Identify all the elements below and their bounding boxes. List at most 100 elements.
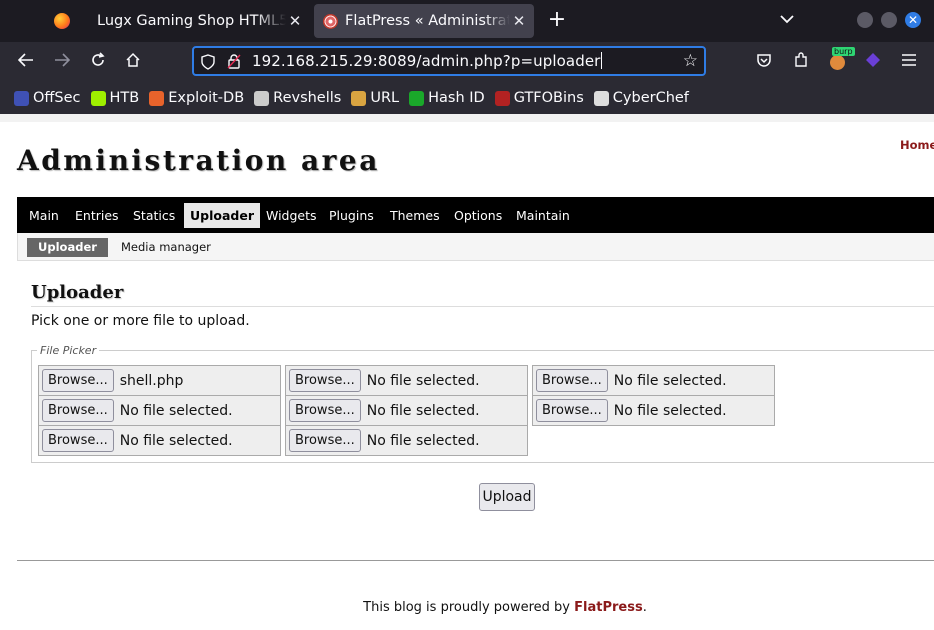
file-input[interactable]: Browse... No file selected. xyxy=(285,365,528,396)
browse-button[interactable]: Browse... xyxy=(42,369,114,392)
minimize-window-button[interactable] xyxy=(857,12,873,28)
bookmarks-toolbar: OffSec HTB Exploit-DB Revshells URL Hash ID GT… xyxy=(0,82,934,114)
tab-title: Lugx Gaming Shop HTML5 Te xyxy=(97,13,286,29)
bookmark-url[interactable]: URL xyxy=(351,90,399,106)
browse-button[interactable]: Browse... xyxy=(289,429,361,452)
browse-button[interactable]: Browse... xyxy=(536,369,608,392)
bookmark-label: Revshells xyxy=(273,90,342,106)
exploitdb-icon xyxy=(149,90,165,106)
bookmark-offsec[interactable]: OffSec xyxy=(14,90,81,106)
browser-tab-bar: Lugx Gaming Shop HTML5 Te ✕ FlatPress « … xyxy=(0,0,934,42)
footer-divider xyxy=(17,560,934,561)
selected-file-name: No file selected. xyxy=(119,432,233,449)
menu-item-main[interactable]: Main xyxy=(23,203,65,228)
htb-icon xyxy=(90,90,106,106)
hashid-icon xyxy=(409,90,425,106)
file-input[interactable]: Browse... No file selected. xyxy=(532,395,775,426)
bookmark-htb[interactable]: HTB xyxy=(90,90,140,106)
tab-flatpress[interactable]: FlatPress « Administration ✕ xyxy=(314,4,534,38)
close-tab-icon[interactable]: ✕ xyxy=(286,12,304,30)
menu-item-themes[interactable]: Themes xyxy=(384,203,446,228)
browse-button[interactable]: Browse... xyxy=(536,399,608,422)
bookmark-gtfobins[interactable]: GTFOBins xyxy=(494,90,584,106)
flatpress-favicon-icon xyxy=(323,13,338,29)
url-icon xyxy=(351,90,367,106)
close-window-button[interactable]: ✕ xyxy=(905,12,921,28)
admin-submenu: Uploader Media manager xyxy=(17,233,934,261)
bookmark-label: CyberChef xyxy=(612,90,689,106)
file-picker-legend: File Picker xyxy=(37,344,100,357)
tab-list-chevron-icon[interactable] xyxy=(780,12,794,28)
firefox-icon xyxy=(54,13,70,29)
page-top-strip xyxy=(0,114,934,122)
skull-icon xyxy=(254,90,270,106)
hamburger-menu-icon[interactable] xyxy=(898,52,920,72)
bookmark-label: GTFOBins xyxy=(513,90,584,106)
insecure-lock-icon[interactable] xyxy=(227,53,241,73)
file-input[interactable]: Browse... No file selected. xyxy=(532,365,775,396)
menu-item-entries[interactable]: Entries xyxy=(69,203,125,228)
browse-button[interactable]: Browse... xyxy=(289,399,361,422)
submenu-item-uploader[interactable]: Uploader xyxy=(27,238,108,257)
menu-item-options[interactable]: Options xyxy=(448,203,508,228)
bookmark-star-icon[interactable]: ☆ xyxy=(683,51,698,71)
forward-arrow-icon[interactable] xyxy=(51,52,73,72)
menu-item-statics[interactable]: Statics xyxy=(127,203,181,228)
footer: This blog is proudly powered by FlatPres… xyxy=(0,600,934,615)
tracking-shield-icon[interactable] xyxy=(201,54,215,74)
selected-file-name: No file selected. xyxy=(119,402,233,419)
panel-divider xyxy=(31,306,934,307)
offsec-icon xyxy=(14,90,29,106)
home-link[interactable]: Home xyxy=(900,138,934,152)
selected-file-name: No file selected. xyxy=(613,372,727,389)
extensions-icon[interactable] xyxy=(790,52,812,72)
file-input[interactable]: Browse... No file selected. xyxy=(285,395,528,426)
bookmark-cyberchef[interactable]: CyberChef xyxy=(593,90,689,106)
footer-text: This blog is proudly powered by xyxy=(363,600,575,615)
bookmark-label: HTB xyxy=(109,90,140,106)
browse-button[interactable]: Browse... xyxy=(289,369,361,392)
submenu-item-media-manager[interactable]: Media manager xyxy=(121,238,211,257)
file-input[interactable]: Browse... No file selected. xyxy=(38,425,281,456)
firefox-view-button[interactable] xyxy=(0,0,84,42)
address-bar[interactable]: 192.168.215.29:8089/admin.php?p=uploader… xyxy=(192,46,706,76)
reload-icon[interactable] xyxy=(87,52,109,72)
bookmark-label: Exploit-DB xyxy=(168,90,245,106)
admin-main-menu: Main Entries Statics Uploader Widgets Plugins… xyxy=(17,197,934,233)
cyberchef-icon xyxy=(593,90,609,106)
tab-title: FlatPress « Administration xyxy=(345,13,510,29)
home-icon[interactable] xyxy=(122,52,144,72)
extension-purple-icon[interactable] xyxy=(862,52,884,72)
maximize-window-button[interactable] xyxy=(881,12,897,28)
burp-badge: burp xyxy=(832,47,855,56)
bookmark-hash-id[interactable]: Hash ID xyxy=(409,90,485,106)
close-tab-icon[interactable]: ✕ xyxy=(510,12,528,30)
gtfobins-icon xyxy=(494,90,510,106)
selected-file-name: No file selected. xyxy=(613,402,727,419)
pocket-icon[interactable] xyxy=(753,52,775,72)
bookmark-label: Hash ID xyxy=(428,90,485,106)
tab-lugx[interactable]: Lugx Gaming Shop HTML5 Te ✕ xyxy=(84,4,310,38)
upload-button[interactable]: Upload xyxy=(479,483,535,511)
bookmark-label: OffSec xyxy=(33,90,81,106)
bookmark-revshells[interactable]: Revshells xyxy=(254,90,341,106)
url-input[interactable]: 192.168.215.29:8089/admin.php?p=uploader xyxy=(252,52,602,70)
file-input[interactable]: Browse... No file selected. xyxy=(38,395,281,426)
browse-button[interactable]: Browse... xyxy=(42,429,114,452)
uploader-instructions: Pick one or more file to upload. xyxy=(31,313,250,329)
file-input[interactable]: Browse... No file selected. xyxy=(285,425,528,456)
web-page: Home Administration area Main Entries Stat… xyxy=(0,114,934,630)
menu-item-widgets[interactable]: Widgets xyxy=(260,203,323,228)
footer-period: . xyxy=(642,600,647,615)
menu-item-plugins[interactable]: Plugins xyxy=(323,203,380,228)
bookmark-exploit-db[interactable]: Exploit-DB xyxy=(149,90,244,106)
file-input[interactable]: Browse... shell.php xyxy=(38,365,281,396)
site-title: Administration area xyxy=(17,144,380,177)
back-arrow-icon[interactable] xyxy=(15,52,37,72)
flatpress-link[interactable]: FlatPress xyxy=(574,600,643,615)
menu-item-uploader[interactable]: Uploader xyxy=(184,203,260,228)
menu-item-maintain[interactable]: Maintain xyxy=(510,203,576,228)
browse-button[interactable]: Browse... xyxy=(42,399,114,422)
selected-file-name: No file selected. xyxy=(366,432,480,449)
new-tab-button[interactable]: + xyxy=(546,9,568,32)
